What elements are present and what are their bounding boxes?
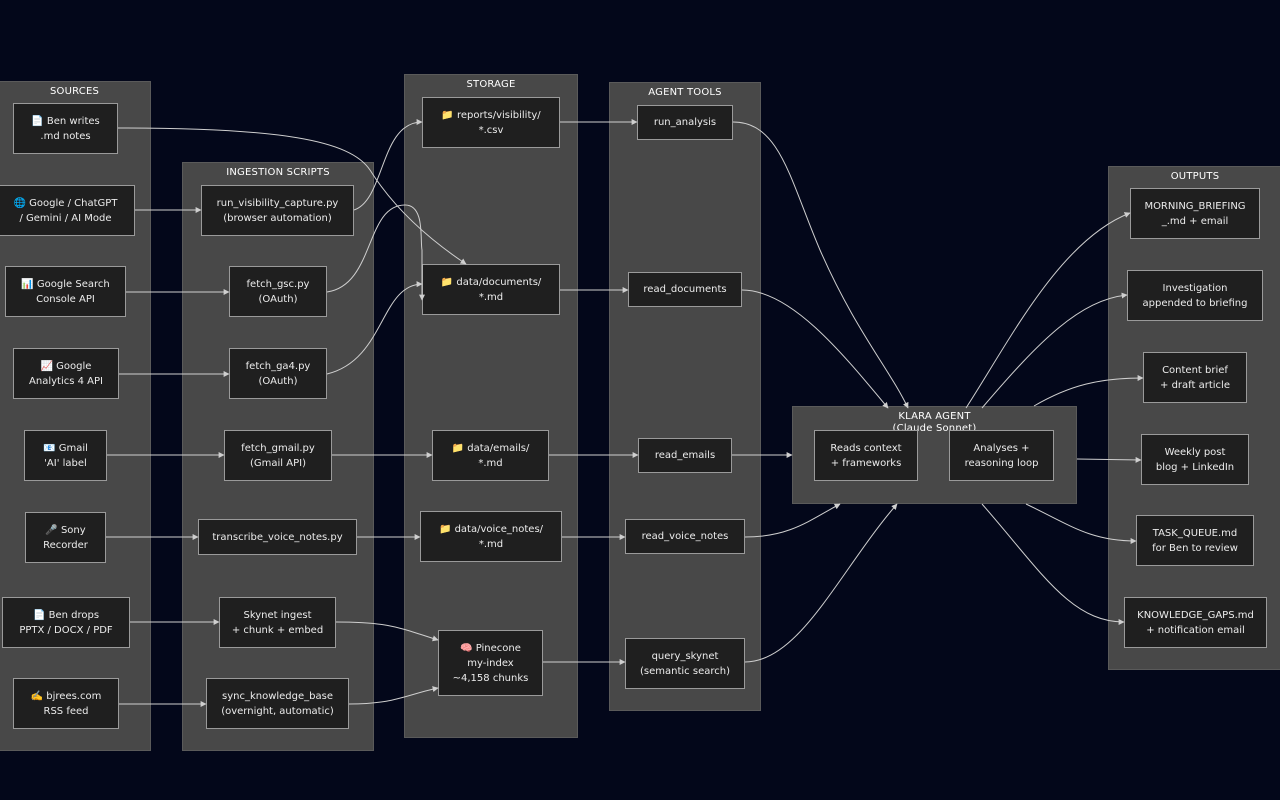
st-voice-node: 📁 data/voice_notes/ *.md [420, 511, 562, 562]
sources-cluster-title: SOURCES [49, 86, 100, 97]
tool-emails-node: read_emails [638, 438, 732, 473]
edge-read-documents-to-agent [741, 289, 889, 409]
klara-agent-cluster-title: KLARA AGENT [898, 411, 971, 422]
st-visibility-node: 📁 reports/visibility/ *.csv [422, 97, 560, 148]
st-emails-node: 📁 data/emails/ *.md [432, 430, 549, 481]
edge-query-skynet-to-agent [744, 503, 898, 663]
agent-tools-cluster: AGENT TOOLS [609, 82, 761, 711]
agent-tools-cluster-title: AGENT TOOLS [648, 87, 722, 98]
out-briefing-node: MORNING_BRIEFING _.md + email [1130, 188, 1260, 239]
edge-agent-to-briefing [965, 212, 1131, 409]
edge-agent-to-gaps [981, 503, 1125, 625]
pipeline-diagram: SOURCES INGESTION SCRIPTS STORAGE AGENT … [0, 0, 1280, 800]
tool-documents-node: read_documents [628, 272, 742, 307]
src-ga4-node: 📈 Google Analytics 4 API [13, 348, 119, 399]
st-pinecone-node: 🧠 Pinecone my-index ~4,158 chunks [438, 630, 543, 696]
ing-visibility-node: run_visibility_capture.py (browser autom… [201, 185, 354, 236]
out-content-node: Content brief + draft article [1143, 352, 1247, 403]
ag-reads-node: Reads context + frameworks [814, 430, 918, 481]
src-gmail-node: 📧 Gmail 'AI' label [24, 430, 107, 481]
tool-analysis-node: run_analysis [637, 105, 733, 140]
ing-skynet-node: Skynet ingest + chunk + embed [219, 597, 336, 648]
out-weekly-node: Weekly post blog + LinkedIn [1141, 434, 1249, 485]
ing-sync-node: sync_knowledge_base (overnight, automati… [206, 678, 349, 729]
ing-voice-node: transcribe_voice_notes.py [198, 519, 357, 555]
tool-voice-node: read_voice_notes [625, 519, 745, 554]
out-investigation-node: Investigation appended to briefing [1127, 270, 1263, 321]
ag-analyses-node: Analyses + reasoning loop [949, 430, 1054, 481]
outputs-cluster-title: OUTPUTS [1170, 171, 1220, 182]
storage-cluster-title: STORAGE [466, 79, 516, 90]
sources-cluster: SOURCES [0, 81, 151, 751]
src-rss-node: ✍️ bjrees.com RSS feed [13, 678, 119, 729]
src-google-ai-node: 🌐 Google / ChatGPT / Gemini / AI Mode [0, 185, 135, 236]
ing-ga4-node: fetch_ga4.py (OAuth) [229, 348, 327, 399]
outputs-cluster: OUTPUTS [1108, 166, 1280, 670]
out-task-node: TASK_QUEUE.md for Ben to review [1136, 515, 1254, 566]
tool-skynet-node: query_skynet (semantic search) [625, 638, 745, 689]
ing-gsc-node: fetch_gsc.py (OAuth) [229, 266, 327, 317]
out-gaps-node: KNOWLEDGE_GAPS.md + notification email [1124, 597, 1267, 648]
src-ben-drops-node: 📄 Ben drops PPTX / DOCX / PDF [2, 597, 130, 648]
edge-agent-to-investigation [981, 292, 1128, 409]
src-sony-node: 🎤 Sony Recorder [25, 512, 106, 563]
src-gsc-node: 📊 Google Search Console API [5, 266, 126, 317]
ing-gmail-node: fetch_gmail.py (Gmail API) [224, 430, 332, 481]
ingestion-cluster-title: INGESTION SCRIPTS [226, 167, 330, 178]
st-documents-node: 📁 data/documents/ *.md [422, 264, 560, 315]
src-ben-notes-node: 📄 Ben writes .md notes [13, 103, 118, 154]
